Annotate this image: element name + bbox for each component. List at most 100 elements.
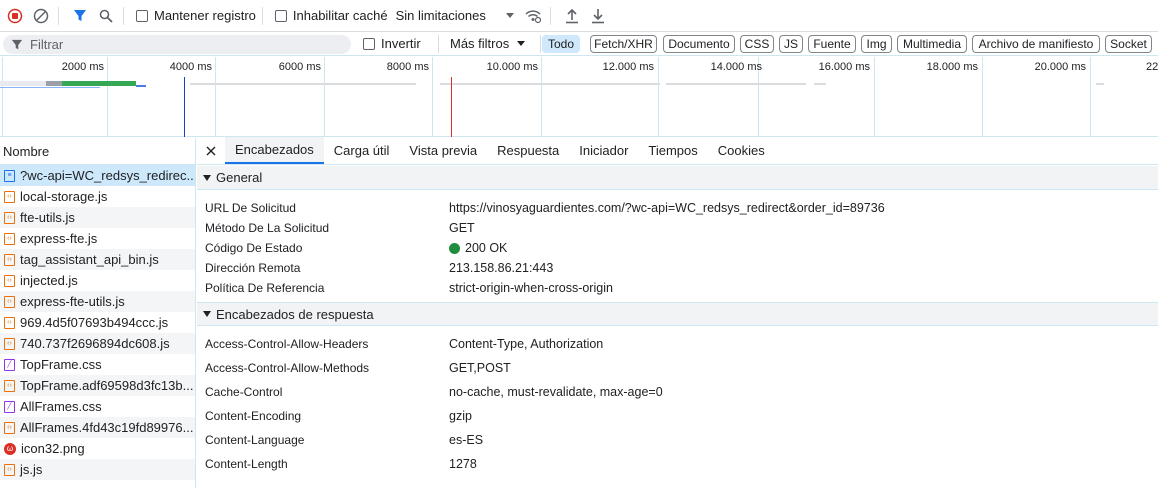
header-value: no-cache, must-revalidate, max-age=0 bbox=[449, 385, 663, 399]
name-column-header[interactable]: Nombre bbox=[0, 138, 195, 165]
type-filter-js[interactable]: JS bbox=[779, 35, 803, 53]
request-row[interactable]: ╱ AllFrames.css bbox=[0, 396, 195, 417]
timeline-overview[interactable]: 2000 ms 4000 ms 6000 ms 8000 ms 10.000 m… bbox=[0, 57, 1158, 137]
request-name: TopFrame.adf69598d3fc13b... bbox=[20, 378, 194, 393]
invert-checkbox[interactable]: Invertir bbox=[363, 36, 421, 51]
type-filter-img[interactable]: Img bbox=[861, 35, 892, 53]
timeline-gridline bbox=[874, 57, 875, 137]
header-value: GET,POST bbox=[449, 361, 511, 375]
filter-icon bbox=[11, 39, 23, 49]
request-list: Nombre ≡ ?wc-api=WC_redsys_redirec... ‹› l… bbox=[0, 138, 196, 488]
tab-initiator[interactable]: Iniciador bbox=[569, 137, 638, 164]
request-row[interactable]: ‹› js.js bbox=[0, 459, 195, 480]
script-icon: ‹› bbox=[4, 211, 15, 224]
header-row: Content-Encoding gzip bbox=[197, 404, 1158, 428]
header-value: https://vinosyaguardientes.com/?wc-api=W… bbox=[449, 201, 885, 215]
type-filter-socket[interactable]: Socket bbox=[1105, 35, 1152, 53]
header-name: Access-Control-Allow-Headers bbox=[205, 337, 369, 351]
import-har-icon[interactable] bbox=[561, 5, 583, 27]
expand-triangle-icon bbox=[203, 174, 211, 181]
request-row[interactable]: ‹› 740.737f2696894dc608.js bbox=[0, 333, 195, 354]
header-value: strict-origin-when-cross-origin bbox=[449, 281, 613, 295]
tab-headers[interactable]: Encabezados bbox=[225, 137, 324, 164]
request-row[interactable]: ‹› 969.4d5f07693b494ccc.js bbox=[0, 312, 195, 333]
filter-input[interactable]: Filtrar bbox=[3, 35, 351, 54]
checkbox-box[interactable] bbox=[274, 9, 287, 22]
type-filter-fetch-xhr[interactable]: Fetch/XHR bbox=[590, 35, 657, 53]
tab-payload[interactable]: Carga útil bbox=[324, 137, 400, 164]
header-name: URL De Solicitud bbox=[205, 201, 296, 215]
timeline-request-bar bbox=[814, 83, 826, 85]
general-section-header[interactable]: General bbox=[197, 166, 1158, 190]
timeline-gridline bbox=[324, 57, 325, 137]
header-row: Content-Language es-ES bbox=[197, 428, 1158, 452]
request-row[interactable]: ω icon32.png bbox=[0, 438, 195, 459]
header-row: Código De Estado 200 OK bbox=[197, 238, 1158, 258]
timeline-gridline bbox=[982, 57, 983, 137]
request-row[interactable]: ‹› AllFrames.4fd43c19fd89976... bbox=[0, 417, 195, 438]
section-title: Encabezados de respuesta bbox=[216, 306, 374, 322]
clear-icon[interactable] bbox=[30, 5, 52, 27]
header-name: Content-Encoding bbox=[205, 409, 302, 423]
response-headers-section-header[interactable]: Encabezados de respuesta bbox=[197, 302, 1158, 326]
request-details-panel: Encabezados Carga útil Vista previa Resp… bbox=[197, 137, 1158, 488]
timeline-tick-label: 16.000 ms bbox=[818, 61, 870, 73]
filter-toolbar: Filtrar Invertir Más filtros Todo Fetch/… bbox=[0, 32, 1158, 56]
toolbar-divider bbox=[261, 6, 263, 25]
script-icon: ‹› bbox=[4, 274, 15, 287]
request-row[interactable]: ‹› injected.js bbox=[0, 270, 195, 291]
stylesheet-icon: ╱ bbox=[4, 358, 15, 371]
request-name: js.js bbox=[20, 462, 43, 477]
tab-response[interactable]: Respuesta bbox=[487, 137, 569, 164]
request-row[interactable]: ‹› express-fte-utils.js bbox=[0, 291, 195, 312]
throttling-value: Sin limitaciones bbox=[395, 8, 486, 23]
request-row[interactable]: ‹› express-fte.js bbox=[0, 228, 195, 249]
request-row[interactable]: ≡ ?wc-api=WC_redsys_redirec... bbox=[0, 165, 195, 186]
timeline-request-bar bbox=[136, 85, 146, 87]
record-stop-icon[interactable] bbox=[4, 5, 26, 27]
header-row: Access-Control-Allow-Headers Content-Type… bbox=[197, 332, 1158, 356]
disable-cache-checkbox[interactable]: Inhabilitar caché bbox=[274, 8, 388, 23]
header-name: Content-Language bbox=[205, 433, 305, 447]
request-name: fte-utils.js bbox=[20, 210, 75, 225]
header-name: Método De La Solicitud bbox=[205, 221, 330, 235]
request-row[interactable]: ‹› tag_assistant_api_bin.js bbox=[0, 249, 195, 270]
header-name: Cache-Control bbox=[205, 385, 283, 399]
type-filter-font[interactable]: Fuente bbox=[808, 35, 856, 53]
header-value: 213.158.86.21:443 bbox=[449, 261, 554, 275]
request-row[interactable]: ╱ TopFrame.css bbox=[0, 354, 195, 375]
details-tabbar: Encabezados Carga útil Vista previa Resp… bbox=[197, 137, 1158, 165]
timeline-gridline bbox=[541, 57, 542, 137]
type-filter-all[interactable]: Todo bbox=[542, 35, 580, 53]
network-conditions-icon[interactable] bbox=[522, 5, 544, 27]
export-har-icon[interactable] bbox=[587, 5, 609, 27]
more-filters-dropdown[interactable]: Más filtros bbox=[450, 36, 526, 51]
search-icon[interactable] bbox=[95, 5, 117, 27]
timeline-gridline bbox=[2, 57, 3, 137]
tab-timing[interactable]: Tiempos bbox=[638, 137, 707, 164]
script-icon: ‹› bbox=[4, 316, 15, 329]
status-value: 200 OK bbox=[449, 241, 507, 255]
header-row: Access-Control-Allow-Methods GET,POST bbox=[197, 356, 1158, 380]
timeline-gridline bbox=[658, 57, 659, 137]
tab-preview[interactable]: Vista previa bbox=[399, 137, 487, 164]
header-name: Dirección Remota bbox=[205, 261, 301, 275]
request-row[interactable]: ‹› local-storage.js bbox=[0, 186, 195, 207]
type-filter-css[interactable]: CSS bbox=[740, 35, 774, 53]
close-icon[interactable] bbox=[197, 137, 225, 164]
checkbox-box[interactable] bbox=[363, 37, 375, 50]
tab-cookies[interactable]: Cookies bbox=[708, 137, 775, 164]
preserve-log-checkbox[interactable]: Mantener registro bbox=[136, 8, 256, 23]
timeline-tick-label: 20.000 ms bbox=[1034, 61, 1086, 73]
timeline-request-bar bbox=[440, 83, 660, 85]
type-filter-document[interactable]: Documento bbox=[663, 35, 735, 53]
timeline-gridline bbox=[432, 57, 433, 137]
request-row[interactable]: ‹› fte-utils.js bbox=[0, 207, 195, 228]
checkbox-box[interactable] bbox=[136, 9, 148, 22]
filter-icon[interactable] bbox=[69, 5, 91, 27]
type-filter-manifest[interactable]: Archivo de manifiesto bbox=[972, 35, 1100, 53]
timeline-tick-label: 10.000 ms bbox=[486, 61, 538, 73]
type-filter-media[interactable]: Multimedia bbox=[897, 35, 967, 53]
request-row[interactable]: ‹› TopFrame.adf69598d3fc13b... bbox=[0, 375, 195, 396]
throttling-select[interactable]: Sin limitaciones bbox=[396, 8, 518, 23]
